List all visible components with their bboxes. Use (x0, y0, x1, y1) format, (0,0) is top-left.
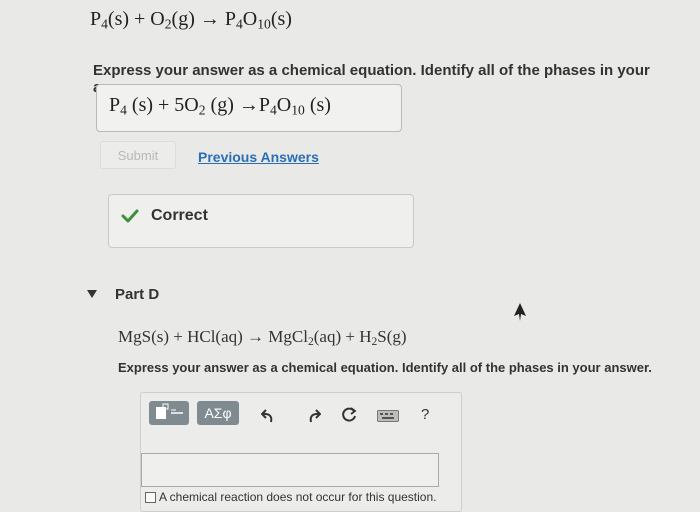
answer-input[interactable] (141, 453, 439, 487)
correct-label: Correct (151, 207, 208, 224)
eq-subscript: 2 (164, 16, 172, 32)
answer-text: O (276, 94, 292, 116)
reset-icon[interactable] (341, 406, 358, 423)
answer-text: (s) (304, 94, 331, 116)
feedback-box: Correct (108, 194, 414, 248)
templates-button[interactable] (149, 401, 189, 425)
no-reaction-label: A chemical reaction does not occur for t… (159, 490, 437, 504)
submit-button[interactable]: Submit (100, 141, 176, 169)
submitted-answer: P4 (s) + 5O2 (g) →P4O10 (s) (109, 94, 331, 118)
eq-text: S(g) (377, 327, 407, 346)
answer-subscript: 2 (198, 102, 206, 118)
mouse-cursor-icon (514, 303, 526, 321)
collapse-triangle-icon[interactable] (86, 289, 98, 299)
answer-text: P (109, 94, 121, 116)
eq-subscript: 4 (236, 16, 243, 32)
submitted-answer-box: P4 (s) + 5O2 (g) →P4O10 (s) (96, 84, 402, 132)
undo-icon[interactable] (261, 407, 277, 423)
eq-text: O (242, 8, 258, 30)
part-d-equation: MgS(s) + HCl(aq) → MgCl2(aq) + H2S(g) (118, 327, 407, 348)
help-icon[interactable]: ? (421, 406, 429, 423)
instruction-text: Express your answer as a chemical equati… (118, 360, 652, 375)
answer-subscript: 4 (270, 102, 277, 118)
eq-text: (s) (270, 8, 292, 30)
eq-text: (g) → P (171, 8, 236, 30)
previous-answers-link[interactable]: Previous Answers (198, 149, 319, 165)
part-d-title[interactable]: Part D (115, 286, 159, 303)
top-equation: P4(s) + O2(g) → P4O10(s) (90, 8, 292, 32)
eq-text: P (90, 8, 102, 30)
answer-text: (s) + 5O (126, 94, 199, 116)
no-reaction-checkbox[interactable] (145, 491, 156, 503)
eq-text: MgS(s) + HCl(aq) → MgCl (118, 327, 308, 346)
eq-subscript: 10 (257, 16, 271, 32)
answer-text: (g) →P (205, 94, 270, 116)
greek-symbols-button[interactable]: ΑΣφ (197, 401, 239, 425)
check-icon (121, 209, 139, 223)
redo-icon[interactable] (305, 407, 321, 423)
answer-subscript: 10 (291, 102, 305, 118)
no-reaction-option[interactable]: A chemical reaction does not occur for t… (145, 490, 436, 504)
equation-editor: ΑΣφ ? A chemical reaction does not occur… (140, 392, 462, 512)
template-icon (156, 403, 183, 419)
answer-subscript: 4 (120, 102, 127, 118)
eq-text: (aq) + H (313, 327, 372, 346)
eq-text: (s) + O (107, 8, 165, 30)
keyboard-icon[interactable] (377, 410, 399, 422)
eq-subscript: 4 (101, 16, 108, 32)
